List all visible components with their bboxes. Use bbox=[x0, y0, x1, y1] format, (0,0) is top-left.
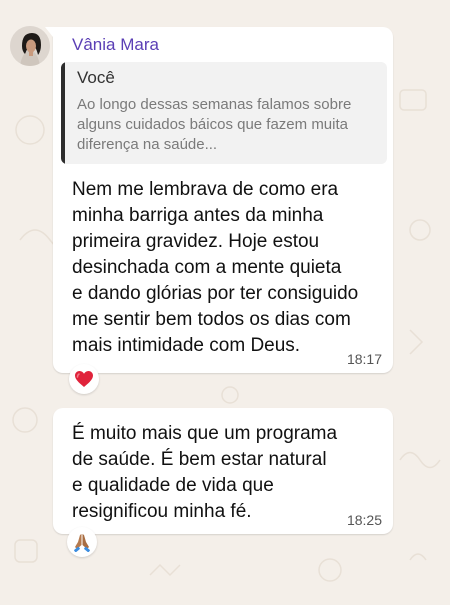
sender-name[interactable]: Vânia Mara bbox=[72, 35, 159, 55]
reaction-badge[interactable] bbox=[67, 527, 97, 557]
quoted-message[interactable]: Você Ao longo dessas semanas falamos sob… bbox=[61, 62, 387, 164]
message-text: É muito mais que um programa de saúde. É… bbox=[72, 423, 338, 522]
message-time: 18:17 bbox=[346, 351, 382, 367]
message-time: 18:25 bbox=[346, 512, 382, 528]
message-bubble[interactable]: Vânia Mara Você Ao longo dessas semanas … bbox=[45, 27, 393, 373]
message-bubble[interactable]: É muito mais que um programa de saúde. É… bbox=[53, 408, 393, 534]
heart-icon bbox=[75, 371, 93, 387]
quote-author: Você bbox=[77, 68, 115, 87]
reaction-badge[interactable] bbox=[69, 364, 99, 394]
quote-text: Ao longo dessas semanas falamos sobre al… bbox=[77, 96, 352, 153]
praying-hands-icon bbox=[74, 534, 90, 552]
message-text: Nem me lembrava de como era minha barrig… bbox=[72, 179, 359, 356]
sender-avatar[interactable] bbox=[10, 26, 50, 66]
